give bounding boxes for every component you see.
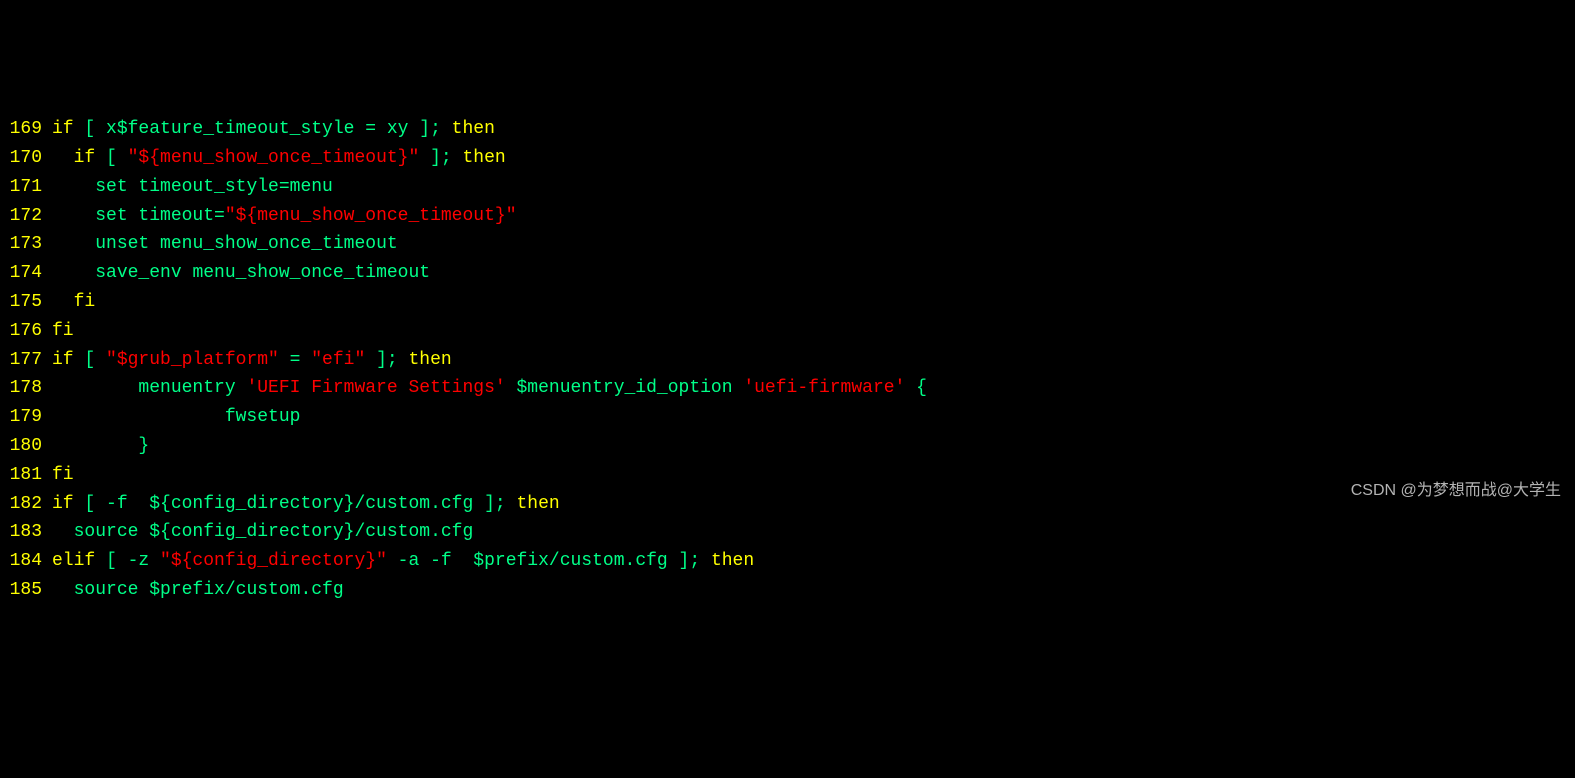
code-token: 'uefi-firmware' xyxy=(743,378,905,398)
code-line: 179 fwsetup xyxy=(0,403,1575,432)
code-token xyxy=(52,580,74,600)
line-number: 171 xyxy=(0,173,42,202)
code-token xyxy=(52,177,95,197)
code-line: 180 } xyxy=(0,432,1575,461)
code-token: ]; xyxy=(365,350,408,370)
code-token: [ -f ${config_directory}/custom.cfg ]; xyxy=(74,494,517,514)
code-line: 183 source ${config_directory}/custom.cf… xyxy=(0,518,1575,547)
code-token: if xyxy=(52,494,74,514)
line-number: 182 xyxy=(0,490,42,519)
code-editor: 169if [ x$feature_timeout_style = xy ]; … xyxy=(0,115,1575,605)
code-line: 184 elif [ -z "${config_directory}" -a -f… xyxy=(0,547,1575,576)
line-number: 174 xyxy=(0,259,42,288)
code-token: $prefix/custom.cfg xyxy=(138,580,343,600)
line-number: 177 xyxy=(0,346,42,375)
code-line: 170 if [ "${menu_show_once_timeout}" ]; … xyxy=(0,144,1575,173)
line-number: 169 xyxy=(0,115,42,144)
code-token: source xyxy=(74,522,139,542)
code-token: [ xyxy=(74,350,106,370)
watermark-text: CSDN @为梦想而战@大学生 xyxy=(1351,478,1561,504)
code-token: fwsetup xyxy=(52,407,300,427)
line-number: 178 xyxy=(0,374,42,403)
line-number: 172 xyxy=(0,202,42,231)
code-token: $menuentry_id_option xyxy=(506,378,744,398)
code-token: fi xyxy=(52,321,74,341)
line-number: 181 xyxy=(0,461,42,490)
code-token: if xyxy=(52,350,74,370)
code-line: 172 set timeout="${menu_show_once_timeou… xyxy=(0,202,1575,231)
code-token: source xyxy=(74,580,139,600)
code-line: 174 save_env menu_show_once_timeout xyxy=(0,259,1575,288)
code-token: timeout= xyxy=(128,206,225,226)
code-token: "${config_directory}" xyxy=(160,551,387,571)
code-token xyxy=(52,263,95,283)
code-token: "${menu_show_once_timeout}" xyxy=(225,206,517,226)
code-token: "efi" xyxy=(311,350,365,370)
line-number: 184 xyxy=(0,547,42,576)
code-token xyxy=(52,522,74,542)
code-token xyxy=(52,292,74,312)
line-number: 179 xyxy=(0,403,42,432)
code-token: menuentry xyxy=(52,378,246,398)
code-token: menu_show_once_timeout xyxy=(182,263,430,283)
code-token: set xyxy=(95,206,127,226)
code-token xyxy=(52,234,95,254)
line-number: 175 xyxy=(0,288,42,317)
code-line: 171 set timeout_style=menu xyxy=(0,173,1575,202)
code-token: elif xyxy=(52,551,95,571)
code-token: [ xyxy=(95,148,127,168)
code-token: set xyxy=(95,177,127,197)
code-token: "${menu_show_once_timeout}" xyxy=(128,148,420,168)
code-line: 181 fi xyxy=(0,461,1575,490)
line-number: 180 xyxy=(0,432,42,461)
line-number: 170 xyxy=(0,144,42,173)
code-token: "$grub_platform" xyxy=(106,350,279,370)
code-line: 173 unset menu_show_once_timeout xyxy=(0,230,1575,259)
line-number: 185 xyxy=(0,576,42,605)
code-token: -a -f $prefix/custom.cfg ]; xyxy=(387,551,711,571)
code-token: menu_show_once_timeout xyxy=(149,234,397,254)
code-token: } xyxy=(52,436,149,456)
code-token: unset xyxy=(95,234,149,254)
line-number: 176 xyxy=(0,317,42,346)
code-token: ]; xyxy=(419,148,462,168)
code-token: 'UEFI Firmware Settings' xyxy=(246,378,505,398)
code-token: then xyxy=(408,350,451,370)
code-token: [ x$feature_timeout_style = xy ]; xyxy=(74,119,452,139)
code-token: fi xyxy=(74,292,96,312)
code-token xyxy=(52,206,95,226)
code-token: timeout_style=menu xyxy=(128,177,333,197)
code-token: then xyxy=(463,148,506,168)
code-token: [ -z xyxy=(95,551,160,571)
code-token: if xyxy=(52,119,74,139)
line-number: 173 xyxy=(0,230,42,259)
code-token: then xyxy=(452,119,495,139)
code-token: = xyxy=(279,350,311,370)
code-token: then xyxy=(516,494,559,514)
code-token: if xyxy=(74,148,96,168)
code-line: 182 if [ -f ${config_directory}/custom.cf… xyxy=(0,490,1575,519)
code-token: { xyxy=(905,378,927,398)
code-token: then xyxy=(711,551,754,571)
code-token: ${config_directory}/custom.cfg xyxy=(138,522,473,542)
code-token xyxy=(52,148,74,168)
code-line: 177 if [ "$grub_platform" = "efi" ]; then xyxy=(0,346,1575,375)
code-token: save_env xyxy=(95,263,181,283)
code-line: 169if [ x$feature_timeout_style = xy ]; … xyxy=(0,115,1575,144)
code-line: 176 fi xyxy=(0,317,1575,346)
code-line: 175 fi xyxy=(0,288,1575,317)
line-number: 183 xyxy=(0,518,42,547)
code-token: fi xyxy=(52,465,74,485)
code-line: 185 source $prefix/custom.cfg xyxy=(0,576,1575,605)
code-line: 178 menuentry 'UEFI Firmware Settings' $… xyxy=(0,374,1575,403)
